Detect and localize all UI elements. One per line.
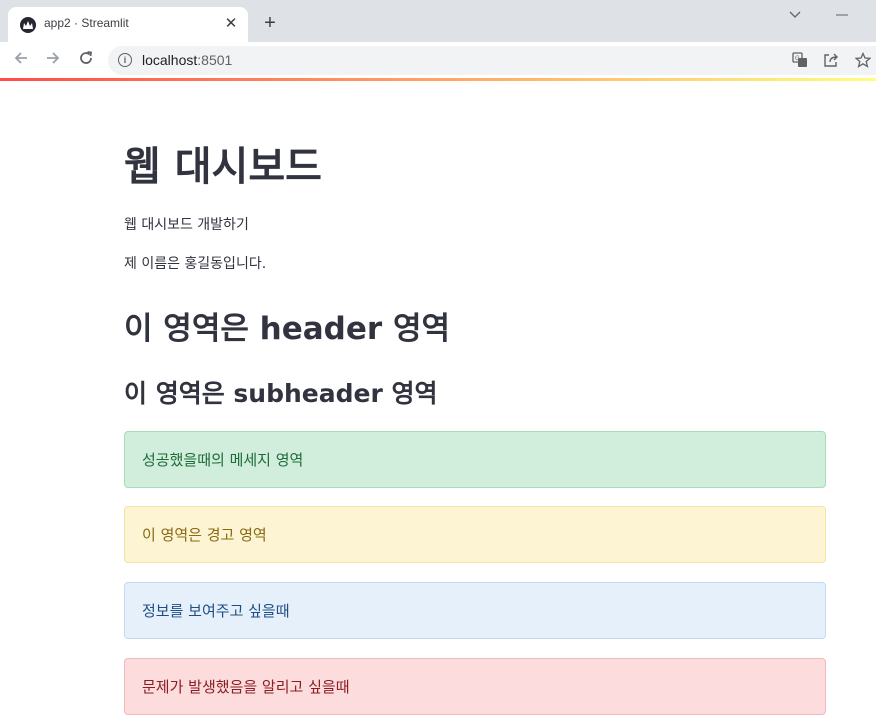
translate-icon[interactable]: G (792, 52, 808, 68)
streamlit-decoration-bar (0, 78, 876, 81)
forward-arrow-icon[interactable] (43, 50, 63, 70)
info-icon[interactable]: i (118, 53, 132, 67)
browser-tab[interactable]: app2 · Streamlit ✕ (8, 7, 248, 42)
error-alert: 문제가 발생했음을 알리고 싶을때 (124, 658, 826, 715)
chevron-down-icon[interactable] (789, 8, 801, 22)
warning-alert: 이 영역은 경고 영역 (124, 506, 826, 563)
svg-text:G: G (795, 56, 800, 62)
section-subheader: 이 영역은 subheader 영역 (124, 379, 438, 408)
success-alert: 성공했을때의 메세지 영역 (124, 431, 826, 488)
reload-icon[interactable] (76, 50, 96, 70)
share-icon[interactable] (823, 52, 839, 68)
plus-icon[interactable]: + (260, 13, 280, 33)
bookmark-star-icon[interactable] (854, 51, 872, 68)
page-title: 웹 대시보드 (124, 144, 322, 190)
info-alert-text: 정보를 보여주고 싶을때 (142, 602, 290, 620)
browser-toolbar: i localhost:8501 G (0, 42, 876, 78)
streamlit-favicon-icon (20, 17, 36, 33)
success-alert-text: 성공했을때의 메세지 영역 (142, 451, 304, 469)
error-alert-text: 문제가 발생했음을 알리고 싶을때 (142, 678, 350, 696)
back-arrow-icon[interactable] (11, 50, 31, 70)
section-header: 이 영역은 header 영역 (124, 311, 451, 347)
url-text: localhost:8501 (142, 52, 233, 68)
text-paragraph-1: 웹 대시보드 개발하기 (124, 217, 249, 233)
minimize-icon[interactable] (836, 3, 848, 19)
close-icon[interactable]: ✕ (222, 15, 240, 33)
browser-tab-bar: app2 · Streamlit ✕ + (0, 0, 876, 42)
tab-title: app2 · Streamlit (44, 16, 129, 30)
text-paragraph-2: 제 이름은 홍길동입니다. (124, 256, 267, 272)
info-alert: 정보를 보여주고 싶을때 (124, 582, 826, 639)
warning-alert-text: 이 영역은 경고 영역 (142, 526, 267, 544)
address-bar[interactable]: i localhost:8501 G (108, 46, 876, 75)
